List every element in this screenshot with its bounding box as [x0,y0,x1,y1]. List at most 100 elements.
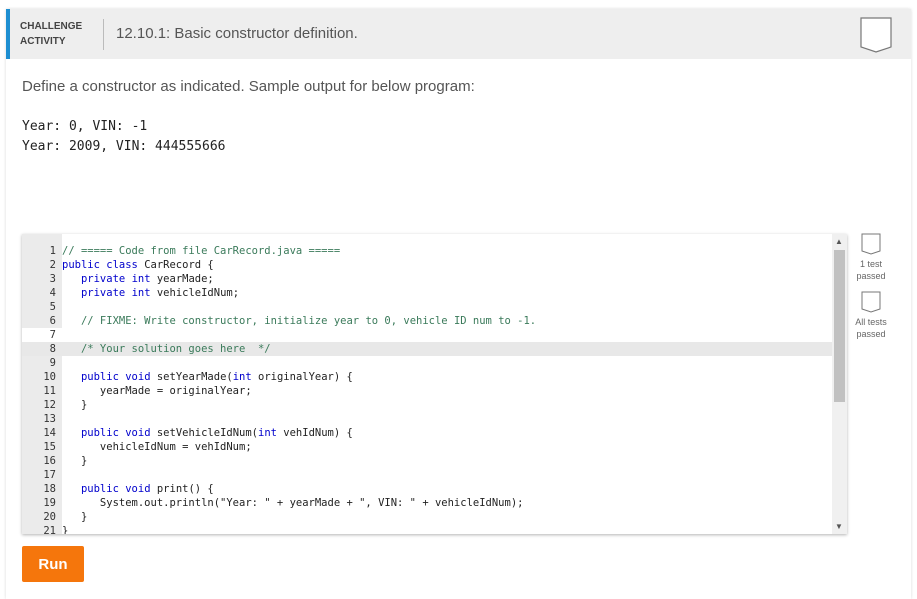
run-button[interactable]: Run [22,546,84,582]
code-line[interactable]: 4 private int vehicleIdNum; [22,286,832,300]
code-line[interactable]: 13 [22,412,832,426]
code-token: public [80,483,119,495]
line-number: 16 [43,455,56,467]
line-number: 19 [43,497,56,509]
line-number: 17 [43,469,56,481]
code-line[interactable]: 10 public void setYearMade(int originalY… [22,370,832,384]
code-line[interactable]: 16 } [22,454,832,468]
code-token: // FIXME: Write constructor, initialize … [80,315,537,327]
code-token: print() { [150,483,214,495]
code-token: setYearMade( [150,371,233,383]
code-token: void [125,483,151,495]
sample-output: Year: 0, VIN: -1 Year: 2009, VIN: 4445556… [22,117,226,157]
code-token: int [131,287,151,299]
code-line[interactable]: 7 [22,328,832,342]
scroll-up-icon[interactable]: ▲ [835,237,843,246]
scroll-down-icon[interactable]: ▼ [835,522,843,531]
sample-line: Year: 2009, VIN: 444555666 [22,139,226,154]
line-number: 8 [49,343,56,355]
code-token: private [80,287,126,299]
code-line[interactable]: 3 private int yearMade; [22,272,832,286]
divider [103,19,104,50]
code-token: public [62,259,100,271]
code-line[interactable]: 19 System.out.println("Year: " + yearMad… [22,496,832,510]
code-token: yearMade; [150,273,214,285]
code-token: originalYear) { [251,371,353,383]
code-line[interactable]: 2 public class CarRecord { [22,258,832,272]
line-number: 15 [43,441,56,453]
code-token: System.out.println("Year: " + yearMade +… [62,497,524,509]
line-number: 10 [43,371,56,383]
code-line[interactable]: 8 /* Your solution goes here */ [22,342,832,356]
code-line[interactable]: 9 [22,356,832,370]
code-token: setVehicleIdNum( [150,427,258,439]
code-token: } [62,525,69,534]
test-label: All tests passed [855,317,887,339]
line-number: 12 [43,399,56,411]
code-token: int [258,427,277,439]
scroll-thumb[interactable] [834,250,845,402]
code-token: private [80,273,126,285]
code-line[interactable]: 5 [22,300,832,314]
activity-title: 12.10.1: Basic constructor definition. [116,25,358,42]
code-line[interactable]: 11 yearMade = originalYear; [22,384,832,398]
code-token: void [125,371,151,383]
code-line[interactable]: 17 [22,468,832,482]
line-number: 1 [49,245,56,257]
code-token: vehIdNum) { [276,427,353,439]
code-token: // ===== Code from file CarRecord.java =… [62,245,341,257]
line-number: 21 [43,525,56,534]
code-line[interactable]: 1 // ===== Code from file CarRecord.java … [22,244,832,258]
editor-scrollbar[interactable]: ▲ ▼ [832,234,847,534]
line-number: 11 [43,385,56,397]
code-token: } [62,399,88,411]
code-line[interactable]: 14 public void setVehicleIdNum(int vehId… [22,426,832,440]
code-token: } [62,511,88,523]
line-number: 5 [49,301,56,313]
code-line[interactable]: 15 vehicleIdNum = vehIdNum; [22,440,832,454]
line-number: 3 [49,273,56,285]
code-line[interactable]: 18 public void print() { [22,482,832,496]
code-line[interactable]: 6 // FIXME: Write constructor, initializ… [22,314,832,328]
code-token: vehicleIdNum; [150,287,240,299]
line-number: 13 [43,413,56,425]
line-number: 14 [43,427,56,439]
test-badge-icon [861,233,881,255]
line-number: 2 [49,259,56,271]
code-token: } [62,455,88,467]
line-number: 18 [43,483,56,495]
label-line: ACTIVITY [20,36,66,47]
label-line: CHALLENGE [20,21,83,32]
activity-header: CHALLENGE ACTIVITY 12.10.1: Basic constru… [6,9,911,59]
code-line[interactable]: 12 } [22,398,832,412]
code-token: public [80,427,119,439]
code-token: public [80,371,119,383]
test-label: 1 test passed [856,259,886,281]
test-status-1: 1 test passed [849,233,893,282]
activity-type-label: CHALLENGE ACTIVITY [20,19,82,49]
instructions: Define a constructor as indicated. Sampl… [22,78,475,95]
code-token: int [232,371,252,383]
code-token: class [106,259,138,271]
code-token: /* Your solution goes here */ [80,343,271,355]
challenge-activity-card: CHALLENGE ACTIVITY 12.10.1: Basic constru… [6,9,911,599]
code-token: CarRecord { [137,259,214,271]
code-line[interactable]: 21} [22,524,832,534]
line-number: 4 [49,287,56,299]
code-line[interactable]: 20 } [22,510,832,524]
completion-badge-icon [860,17,892,53]
test-status-all: All tests passed [849,291,893,340]
code-token: vehicleIdNum = vehIdNum; [62,441,252,453]
code-editor[interactable]: 1 // ===== Code from file CarRecord.java … [22,234,847,534]
code-lines[interactable]: 1 // ===== Code from file CarRecord.java … [22,244,832,534]
line-number: 6 [49,315,56,327]
line-number: 9 [49,357,56,369]
sample-line: Year: 0, VIN: -1 [22,119,148,134]
code-token: yearMade = originalYear; [62,385,252,397]
code-token: void [125,427,151,439]
